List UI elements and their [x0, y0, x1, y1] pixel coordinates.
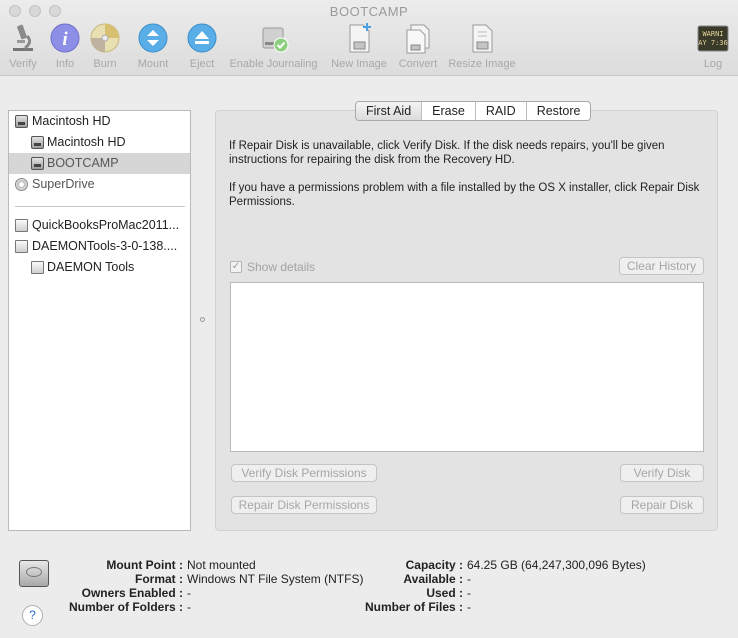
journaling-disk-icon: [258, 22, 290, 54]
eject-label: Eject: [189, 58, 215, 70]
info-button[interactable]: i Info: [49, 22, 81, 74]
resize-image-button[interactable]: Resize Image: [446, 22, 518, 74]
tab-raid[interactable]: RAID: [476, 102, 527, 120]
new-image-label: New Image: [331, 58, 387, 70]
volume-icon: [31, 157, 44, 170]
disk-utility-window: BOOTCAMP Verify i Info Burn Mount Eject …: [0, 0, 738, 638]
sidebar-item-superdrive[interactable]: SuperDrive: [9, 174, 190, 195]
owners-enabled-key: Owners Enabled :: [81, 586, 183, 600]
available-value: -: [467, 572, 471, 586]
sidebar-item-daemontools-image[interactable]: DAEMONTools-3-0-138....: [9, 236, 190, 257]
format-value: Windows NT File System (NTFS): [187, 572, 364, 586]
toolbar: BOOTCAMP Verify i Info Burn Mount Eject …: [0, 0, 738, 76]
owners-enabled-value: -: [187, 586, 191, 600]
mount-label: Mount: [137, 58, 169, 70]
disk-image-icon: [15, 219, 28, 232]
number-of-folders-value: -: [187, 600, 191, 614]
info-label: Info: [55, 58, 75, 70]
eject-button[interactable]: Eject: [186, 22, 218, 74]
sidebar-item-label: Macintosh HD: [32, 114, 111, 128]
convert-icon: [402, 22, 434, 54]
show-details-label: Show details: [247, 260, 316, 274]
details-log-area[interactable]: [230, 282, 704, 452]
verify-button[interactable]: Verify: [6, 22, 40, 74]
split-view-handle[interactable]: [200, 317, 205, 322]
sidebar-item-label: BOOTCAMP: [47, 156, 119, 170]
enable-journaling-button[interactable]: Enable Journaling: [224, 22, 323, 74]
sidebar-item-macintosh-hd-volume[interactable]: Macintosh HD: [9, 132, 190, 153]
convert-label: Convert: [398, 58, 438, 70]
log-button[interactable]: WARNI AY 7:36 Log: [695, 22, 731, 74]
used-key: Used :: [426, 586, 463, 600]
capacity-key: Capacity :: [405, 558, 463, 572]
sidebar-item-quickbooks-image[interactable]: QuickBooksProMac2011...: [9, 215, 190, 236]
help-button[interactable]: ?: [22, 605, 43, 626]
mount-button[interactable]: Mount: [136, 22, 170, 74]
log-label: Log: [703, 58, 723, 70]
info-icon: i: [49, 22, 81, 54]
sidebar-item-label: SuperDrive: [32, 177, 95, 191]
available-key: Available :: [403, 572, 463, 586]
used-value: -: [467, 586, 471, 600]
verify-disk-button[interactable]: Verify Disk: [620, 464, 704, 482]
log-icon-text-2: AY 7:36: [698, 39, 728, 47]
tab-first-aid[interactable]: First Aid: [356, 102, 423, 120]
log-icon-text-1: WARNI: [702, 30, 723, 38]
tab-restore[interactable]: Restore: [527, 102, 591, 120]
burn-label: Burn: [93, 58, 117, 70]
tab-erase[interactable]: Erase: [422, 102, 476, 120]
mount-point-key: Mount Point :: [106, 558, 183, 572]
sidebar-item-label: QuickBooksProMac2011...: [32, 218, 180, 232]
volume-icon: [31, 136, 44, 149]
resize-image-label: Resize Image: [448, 58, 516, 70]
show-details-row: ✓ Show details: [230, 260, 315, 274]
show-details-checkbox[interactable]: ✓: [230, 261, 242, 273]
sidebar-item-bootcamp[interactable]: BOOTCAMP: [9, 153, 190, 174]
burn-disc-icon: [89, 22, 121, 54]
console-log-icon: WARNI AY 7:36: [697, 22, 729, 54]
capacity-value: 64.25 GB (64,247,300,096 Bytes): [467, 558, 646, 572]
number-of-folders-key: Number of Folders :: [68, 600, 183, 614]
repair-disk-description: If Repair Disk is unavailable, click Ver…: [229, 140, 665, 166]
enable-journaling-label: Enable Journaling: [229, 58, 318, 70]
number-of-files-key: Number of Files :: [364, 600, 463, 614]
microscope-icon: [7, 22, 39, 54]
mounted-volume-icon: [31, 261, 44, 274]
sidebar-item-daemon-tools-volume[interactable]: DAEMON Tools: [9, 257, 190, 278]
convert-button[interactable]: Convert: [396, 22, 440, 74]
sidebar-item-label: DAEMON Tools: [47, 260, 135, 274]
hard-disk-icon: [15, 115, 28, 128]
repair-disk-permissions-button[interactable]: Repair Disk Permissions: [231, 496, 377, 514]
tab-bar: First Aid Erase RAID Restore: [355, 101, 592, 121]
new-image-icon: [343, 22, 375, 54]
clear-history-button[interactable]: Clear History: [619, 257, 704, 275]
number-of-files-value: -: [467, 600, 471, 614]
svg-text:i: i: [62, 29, 68, 50]
repair-disk-button[interactable]: Repair Disk: [620, 496, 704, 514]
resize-image-icon: [466, 22, 498, 54]
mount-icon: [137, 22, 169, 54]
sidebar-item-label: DAEMONTools-3-0-138....: [32, 239, 178, 253]
selected-disk-icon: [19, 560, 49, 587]
window-title: BOOTCAMP: [329, 4, 409, 19]
sidebar-separator: [15, 206, 185, 208]
verify-label: Verify: [9, 58, 37, 70]
sidebar-item-macintosh-hd-disk[interactable]: Macintosh HD: [9, 111, 190, 132]
disk-image-icon: [15, 240, 28, 253]
burn-button[interactable]: Burn: [89, 22, 121, 74]
disk-list-sidebar: Macintosh HD Macintosh HD BOOTCAMP Super…: [8, 110, 191, 531]
verify-disk-permissions-button[interactable]: Verify Disk Permissions: [231, 464, 377, 482]
eject-icon: [186, 22, 218, 54]
permissions-description: If you have a permissions problem with a…: [229, 182, 700, 208]
sidebar-item-label: Macintosh HD: [47, 135, 126, 149]
mount-point-value: Not mounted: [187, 558, 256, 572]
new-image-button[interactable]: New Image: [328, 22, 390, 74]
format-key: Format :: [135, 572, 183, 586]
optical-drive-icon: [15, 178, 28, 191]
